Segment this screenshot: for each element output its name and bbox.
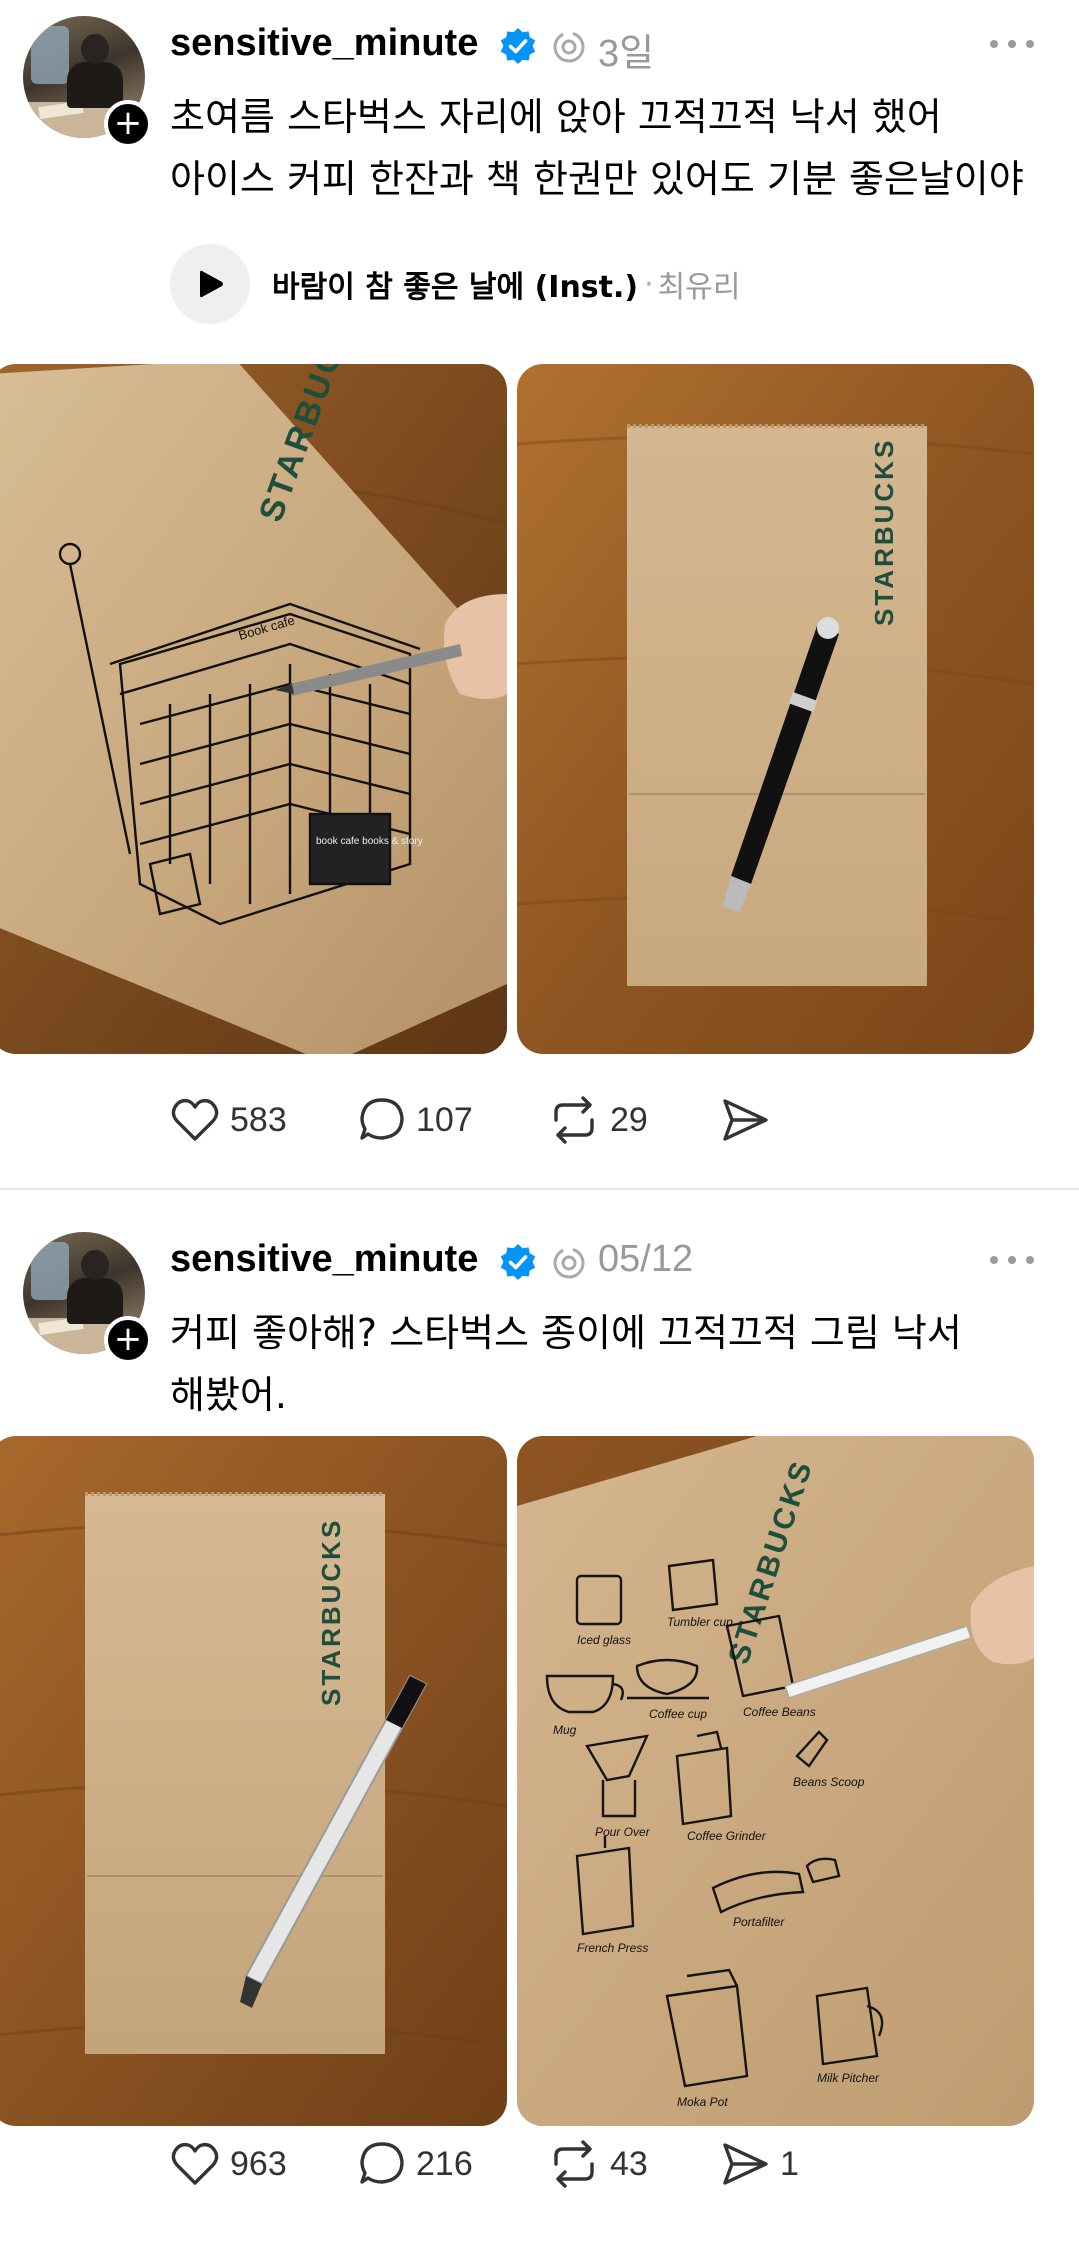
play-button[interactable] bbox=[170, 244, 250, 324]
drawing-label: Tumbler cup bbox=[667, 1615, 733, 1629]
song-artist: 최유리 bbox=[657, 270, 741, 305]
repost-icon bbox=[554, 1096, 594, 1144]
thread-post: + sensitive_minute 3일 초여름 스타벅스 자리에 앉아 끄적… bbox=[0, 0, 1079, 1188]
comment-icon bbox=[360, 2142, 404, 2184]
drawing-label: Iced glass bbox=[577, 1633, 631, 1647]
comment-count: 107 bbox=[416, 1100, 473, 1139]
like-button[interactable]: 963 bbox=[170, 2134, 287, 2194]
verified-badge-icon bbox=[500, 28, 536, 64]
more-dots-icon[interactable] bbox=[990, 34, 1034, 54]
share-button[interactable] bbox=[720, 1090, 780, 1150]
post-photo[interactable]: STARBUCKS Iced glass Tumbler cup Mug Cof… bbox=[517, 1436, 1034, 2126]
username[interactable]: sensitive_minute bbox=[170, 1238, 478, 1281]
share-icon bbox=[723, 1099, 768, 1141]
post-caption: 초여름 스타벅스 자리에 앉아 끄적끄적 낙서 했어 아이스 커피 한잔과 책 … bbox=[170, 86, 1060, 210]
post-photo[interactable]: STARBUCKS Book cafe book cafe books & st… bbox=[0, 364, 507, 1054]
drawing-label: Moka Pot bbox=[677, 2095, 728, 2109]
caption-line: 커피 좋아해? 스타벅스 종이에 끄적끄적 그림 낙서 bbox=[170, 1311, 962, 1355]
drawing-label: Portafilter bbox=[733, 1915, 785, 1929]
repost-small-icon bbox=[553, 1247, 585, 1279]
timestamp: 3일 bbox=[598, 33, 655, 75]
drawing-label: Mug bbox=[553, 1723, 577, 1737]
share-count: 1 bbox=[780, 2144, 799, 2183]
comment-button[interactable]: 216 bbox=[358, 2134, 473, 2194]
like-button[interactable]: 583 bbox=[170, 1090, 287, 1150]
caption-line: 아이스 커피 한잔과 책 한권만 있어도 기분 좋은날이야 bbox=[170, 157, 1024, 201]
heart-icon bbox=[171, 2142, 219, 2185]
repost-small-icon bbox=[553, 31, 585, 63]
drawing-label: Milk Pitcher bbox=[817, 2071, 880, 2085]
song-separator: · bbox=[644, 266, 654, 302]
caption-line: 해봤어. bbox=[170, 1373, 287, 1417]
comment-count: 216 bbox=[416, 2144, 473, 2183]
song-title: 바람이 참 좋은 날에 (Inst.) bbox=[272, 270, 639, 305]
music-attachment[interactable]: 바람이 참 좋은 날에 (Inst.) · 최유리 bbox=[170, 244, 740, 324]
chalkboard-text: book cafe books & story bbox=[316, 836, 423, 847]
repost-button[interactable]: 43 bbox=[548, 2134, 648, 2194]
post-caption: 커피 좋아해? 스타벅스 종이에 끄적끄적 그림 낙서 해봤어. bbox=[170, 1302, 1060, 1426]
comment-button[interactable]: 107 bbox=[358, 1090, 473, 1150]
repost-count: 29 bbox=[610, 1100, 648, 1139]
drawing-label: Coffee cup bbox=[649, 1707, 707, 1721]
follow-plus-icon[interactable]: + bbox=[104, 1316, 152, 1364]
repost-count: 43 bbox=[610, 2144, 648, 2183]
repost-button[interactable]: 29 bbox=[548, 1090, 648, 1150]
play-icon bbox=[200, 270, 223, 298]
starbucks-logo-text: STARBUCKS bbox=[316, 1518, 346, 1706]
heart-icon bbox=[171, 1098, 219, 1141]
more-dots-icon[interactable] bbox=[990, 1250, 1034, 1270]
drawing-label: Beans Scoop bbox=[793, 1775, 865, 1789]
drawing-label: Pour Over bbox=[595, 1825, 651, 1839]
username[interactable]: sensitive_minute bbox=[170, 22, 478, 65]
drawing-label: French Press bbox=[577, 1941, 648, 1955]
post-photo[interactable]: STARBUCKS bbox=[517, 364, 1034, 1054]
drawing-label: Coffee Grinder bbox=[687, 1829, 767, 1843]
like-count: 963 bbox=[230, 2144, 287, 2183]
caption-line: 초여름 스타벅스 자리에 앉아 끄적끄적 낙서 했어 bbox=[170, 95, 942, 139]
share-button[interactable]: 1 bbox=[720, 2134, 799, 2194]
starbucks-logo-text: STARBUCKS bbox=[869, 438, 899, 626]
thread-post: + sensitive_minute 05/12 커피 좋아해? 스타벅스 종이… bbox=[0, 1190, 1079, 2255]
share-icon bbox=[723, 2143, 768, 2185]
verified-badge-icon bbox=[500, 1244, 536, 1280]
timestamp: 05/12 bbox=[598, 1238, 694, 1280]
drawing-label: Coffee Beans bbox=[743, 1705, 816, 1719]
comment-icon bbox=[360, 1098, 404, 1140]
repost-icon bbox=[554, 2140, 594, 2188]
like-count: 583 bbox=[230, 1100, 287, 1139]
follow-plus-icon[interactable]: + bbox=[104, 100, 152, 148]
post-photo[interactable]: STARBUCKS bbox=[0, 1436, 507, 2126]
